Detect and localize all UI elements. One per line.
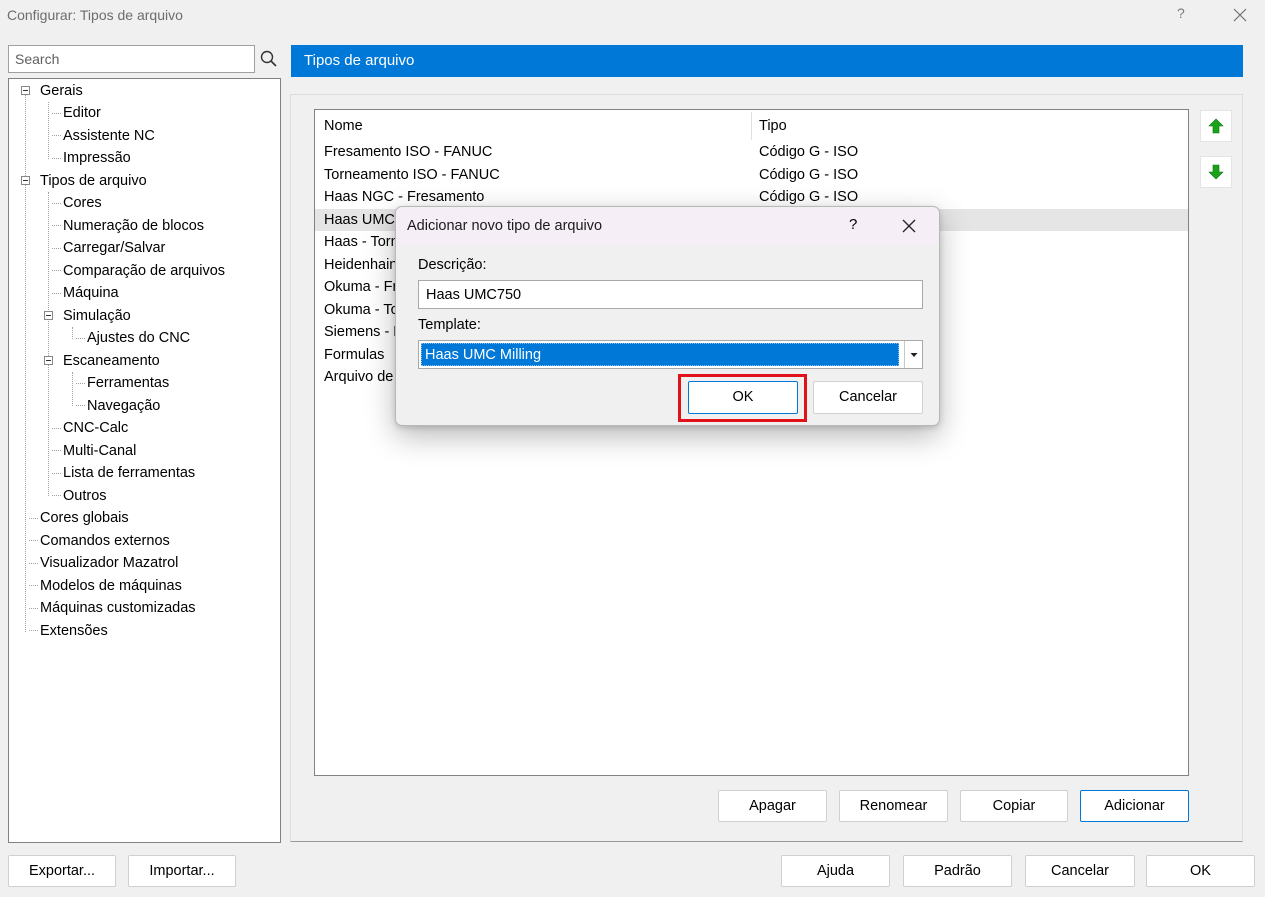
tree-item-carregar-salvar[interactable]: Carregar/Salvar bbox=[63, 237, 165, 259]
tree-item-maquinas-customizadas[interactable]: Máquinas customizadas bbox=[40, 597, 196, 619]
default-button[interactable]: Padrão bbox=[903, 855, 1012, 887]
list-row[interactable]: Torneamento ISO - FANUC Código G - ISO bbox=[315, 164, 1188, 187]
tree-item-extensoes[interactable]: Extensões bbox=[40, 620, 108, 642]
add-button[interactable]: Adicionar bbox=[1080, 790, 1189, 822]
move-up-button[interactable] bbox=[1200, 110, 1232, 142]
description-label: Descrição: bbox=[418, 257, 487, 273]
ok-highlight-box bbox=[678, 374, 807, 422]
chevron-down-icon[interactable] bbox=[904, 341, 922, 368]
dialog-close-icon[interactable] bbox=[901, 218, 917, 234]
collapse-icon[interactable] bbox=[44, 311, 53, 320]
dialog-titlebar: Adicionar novo tipo de arquivo ? bbox=[396, 207, 939, 245]
delete-button[interactable]: Apagar bbox=[718, 790, 827, 822]
help-button[interactable]: Ajuda bbox=[781, 855, 890, 887]
ok-button[interactable]: OK bbox=[1146, 855, 1255, 887]
add-file-type-dialog: Adicionar novo tipo de arquivo ? Descriç… bbox=[395, 206, 940, 426]
collapse-icon[interactable] bbox=[21, 176, 30, 185]
settings-tree[interactable]: Gerais Editor Assistente NC Impressão Ti… bbox=[8, 78, 281, 843]
row-name: Torneamento ISO - FANUC bbox=[324, 166, 500, 183]
tree-item-impressao[interactable]: Impressão bbox=[63, 147, 131, 169]
tree-item-navegacao[interactable]: Navegação bbox=[87, 395, 160, 417]
template-select[interactable]: Haas UMC Milling bbox=[418, 340, 923, 369]
tree-item-numeracao-de-blocos[interactable]: Numeração de blocos bbox=[63, 215, 204, 237]
window-titlebar: Configurar: Tipos de arquivo ? bbox=[0, 0, 1265, 32]
section-title: Tipos de arquivo bbox=[304, 52, 415, 69]
tree-item-lista-de-ferramentas[interactable]: Lista de ferramentas bbox=[63, 462, 195, 484]
column-header-nome[interactable]: Nome bbox=[324, 118, 363, 134]
collapse-icon[interactable] bbox=[44, 356, 53, 365]
template-label: Template: bbox=[418, 317, 481, 333]
tree-item-visualizador-mazatrol[interactable]: Visualizador Mazatrol bbox=[40, 552, 178, 574]
collapse-icon[interactable] bbox=[21, 86, 30, 95]
tree-item-comandos-externos[interactable]: Comandos externos bbox=[40, 530, 170, 552]
export-button[interactable]: Exportar... bbox=[8, 855, 116, 887]
search-icon[interactable] bbox=[257, 45, 281, 73]
template-selected-value: Haas UMC Milling bbox=[421, 343, 899, 366]
tree-item-tipos-de-arquivo[interactable]: Tipos de arquivo bbox=[40, 170, 147, 192]
description-field[interactable] bbox=[418, 280, 923, 309]
window-title: Configurar: Tipos de arquivo bbox=[7, 7, 183, 23]
tree-item-cores-globais[interactable]: Cores globais bbox=[40, 507, 129, 529]
dialog-title: Adicionar novo tipo de arquivo bbox=[407, 218, 603, 234]
search-input[interactable] bbox=[9, 46, 254, 72]
tree-item-cnc-calc[interactable]: CNC-Calc bbox=[63, 417, 128, 439]
move-down-button[interactable] bbox=[1200, 156, 1232, 188]
tree-item-ferramentas[interactable]: Ferramentas bbox=[87, 372, 169, 394]
tree-item-ajustes-do-cnc[interactable]: Ajustes do CNC bbox=[87, 327, 190, 349]
help-icon[interactable]: ? bbox=[1177, 5, 1185, 21]
row-name: Heidenhain bbox=[324, 256, 398, 273]
tree-item-comparacao-de-arquivos[interactable]: Comparação de arquivos bbox=[63, 260, 225, 282]
row-name: Arquivo de bbox=[324, 369, 394, 385]
column-header-tipo[interactable]: Tipo bbox=[759, 118, 787, 134]
tree-item-outros[interactable]: Outros bbox=[63, 485, 107, 507]
tree-item-multi-canal[interactable]: Multi-Canal bbox=[63, 440, 136, 462]
arrow-up-icon bbox=[1208, 118, 1224, 134]
dialog-cancel-button[interactable]: Cancelar bbox=[813, 381, 923, 414]
row-type: Código G - ISO bbox=[759, 166, 859, 183]
tree-item-simulacao[interactable]: Simulação bbox=[63, 305, 131, 327]
row-name: Okuma - Fr bbox=[324, 279, 398, 295]
tree-item-escaneamento[interactable]: Escaneamento bbox=[63, 350, 160, 372]
list-row[interactable]: Fresamento ISO - FANUC Código G - ISO bbox=[315, 141, 1188, 164]
row-name: Fresamento ISO - FANUC bbox=[324, 144, 493, 160]
description-input[interactable] bbox=[419, 281, 922, 308]
row-name: Haas - Torn bbox=[324, 234, 399, 250]
tree-item-modelos-de-maquinas[interactable]: Modelos de máquinas bbox=[40, 575, 182, 597]
tree-item-maquina[interactable]: Máquina bbox=[63, 282, 119, 304]
cancel-button[interactable]: Cancelar bbox=[1025, 855, 1135, 887]
tree-item-assistente-nc[interactable]: Assistente NC bbox=[63, 125, 155, 147]
row-name: Haas UMC bbox=[324, 211, 395, 228]
row-type: Código G - ISO bbox=[759, 144, 859, 160]
tree-item-cores[interactable]: Cores bbox=[63, 192, 102, 214]
arrow-down-icon bbox=[1208, 164, 1224, 180]
import-button[interactable]: Importar... bbox=[128, 855, 236, 887]
row-name: Siemens - F bbox=[324, 324, 403, 340]
rename-button[interactable]: Renomear bbox=[839, 790, 948, 822]
row-name: Okuma - To bbox=[324, 301, 399, 318]
tree-item-gerais[interactable]: Gerais bbox=[40, 80, 83, 102]
copy-button[interactable]: Copiar bbox=[960, 790, 1068, 822]
tree-item-editor[interactable]: Editor bbox=[63, 102, 101, 124]
search-field[interactable] bbox=[8, 45, 255, 73]
row-name: Formulas bbox=[324, 346, 385, 363]
dialog-help-icon[interactable]: ? bbox=[849, 216, 857, 233]
column-divider[interactable] bbox=[751, 112, 752, 140]
close-icon[interactable] bbox=[1226, 1, 1254, 29]
list-header: Nome Tipo bbox=[315, 110, 1188, 142]
section-header: Tipos de arquivo bbox=[291, 45, 1243, 77]
